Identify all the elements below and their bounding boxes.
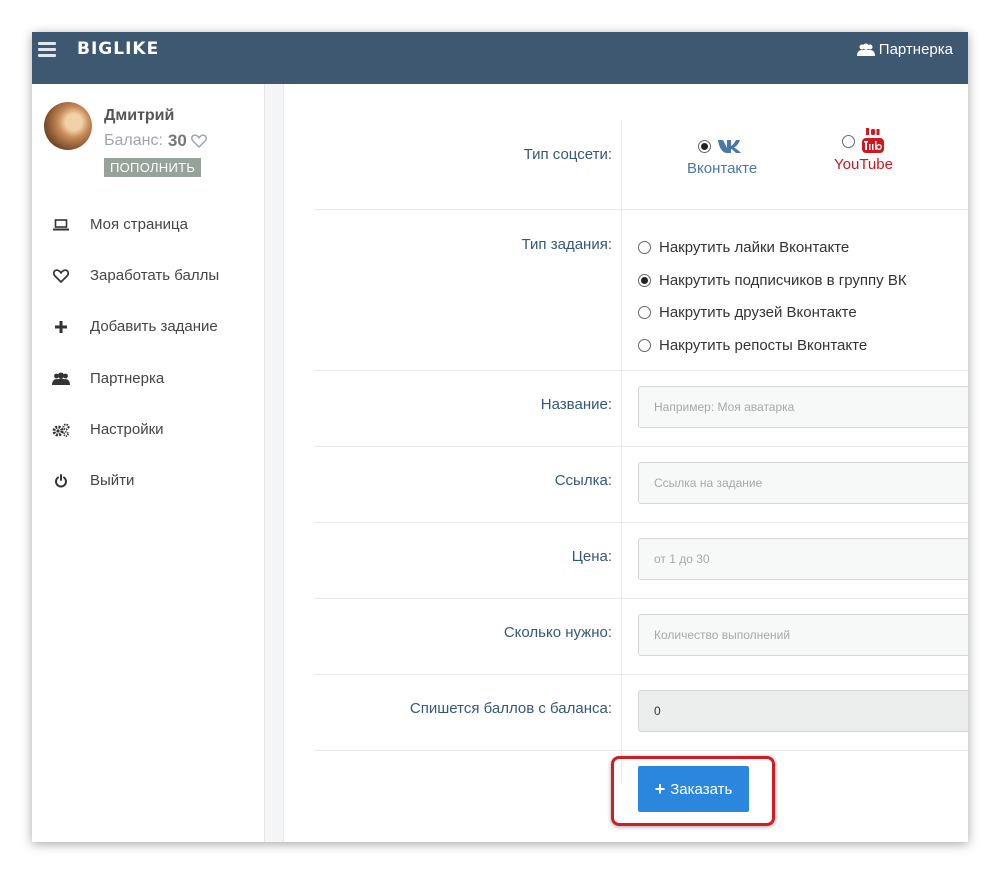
social-option-youtube[interactable]: YouTube — [834, 128, 893, 173]
menu-icon[interactable] — [38, 42, 58, 58]
price-row: Цена: — [314, 523, 968, 599]
sidebar-item-add-task[interactable]: Добавить задание — [32, 304, 264, 355]
user-name: Дмитрий — [104, 107, 175, 124]
users-icon — [856, 43, 875, 56]
name-input[interactable] — [638, 386, 968, 428]
heart-icon — [52, 267, 70, 285]
link-input[interactable] — [638, 462, 968, 504]
task-option-likes[interactable]: Накрутить лайки Вконтакте — [638, 239, 849, 256]
add-task-form: Тип соцсети: Вконтакте YouTube Тип задан… — [284, 84, 968, 842]
heart-icon — [190, 134, 207, 148]
sidebar-item-label: Выйти — [90, 471, 135, 489]
sidebar-item-settings[interactable]: Настройки — [32, 407, 264, 458]
laptop-icon — [52, 216, 70, 234]
social-label-vk: Вконтакте — [687, 160, 758, 177]
gears-icon — [52, 421, 70, 439]
task-option-subscribers[interactable]: Накрутить подписчиков в группу ВК — [638, 272, 907, 289]
count-label: Сколько нужно: — [503, 624, 612, 641]
plus-icon: + — [654, 779, 666, 799]
social-radio-youtube[interactable] — [841, 135, 855, 148]
vk-icon — [717, 140, 741, 153]
partner-link[interactable]: Партнерка — [856, 41, 953, 58]
task-option-label: Накрутить друзей Вконтакте — [659, 304, 857, 321]
sidebar-item-label: Моя страница — [90, 216, 188, 233]
task-radio-likes[interactable] — [638, 241, 651, 254]
count-row: Сколько нужно: — [314, 599, 968, 675]
youtube-icon — [861, 128, 884, 153]
name-row: Название: — [314, 371, 968, 447]
balance-label: Баланс: — [104, 132, 163, 149]
task-option-label: Накрутить репосты Вконтакте — [659, 337, 868, 354]
sidebar-gutter — [265, 84, 284, 842]
power-icon — [52, 472, 70, 490]
topup-button[interactable]: ПОПОЛНИТЬ — [104, 158, 202, 177]
sidebar-nav: Моя страница Заработать баллы Добавить з… — [32, 202, 264, 509]
sidebar-item-label: Заработать баллы — [90, 267, 220, 285]
task-option-reposts[interactable]: Накрутить репосты Вконтакте — [638, 337, 867, 354]
social-type-row: Тип соцсети: Вконтакте YouTube — [314, 120, 968, 210]
link-row: Ссылка: — [314, 447, 968, 523]
price-input[interactable] — [638, 538, 968, 580]
social-label-youtube: YouTube — [834, 156, 893, 173]
task-option-label: Накрутить подписчиков в группу ВК — [659, 272, 907, 289]
sidebar-item-logout[interactable]: Выйти — [32, 458, 264, 509]
top-bar: BIGLIKE Партнерка — [32, 32, 968, 84]
sidebar-item-earn-points[interactable]: Заработать баллы — [32, 253, 264, 304]
sidebar-item-label: Добавить задание — [90, 318, 218, 336]
deduct-label: Спишется баллов с баланса: — [409, 700, 612, 717]
social-radio-vk[interactable] — [697, 139, 711, 153]
deduct-input — [638, 690, 968, 732]
balance-value: 30 — [167, 131, 187, 150]
sidebar-item-my-page[interactable]: Моя страница — [32, 202, 264, 253]
task-radio-friends[interactable] — [638, 306, 651, 319]
link-label: Ссылка: — [554, 472, 612, 489]
sidebar: Дмитрий Баланс: 30 ПОПОЛНИТЬ Моя страниц… — [32, 84, 265, 842]
price-label: Цена: — [571, 548, 612, 565]
app-window: BIGLIKE Партнерка Дмитрий Баланс: 30 ПОП… — [32, 32, 968, 842]
social-type-label: Тип соцсети: — [523, 146, 612, 163]
order-button[interactable]: + Заказать — [638, 766, 749, 812]
users-icon — [52, 370, 70, 388]
task-type-row: Тип задания: Накрутить лайки Вконтакте Н… — [314, 210, 968, 371]
name-label: Название: — [540, 396, 612, 413]
social-option-vk[interactable]: Вконтакте — [687, 138, 757, 177]
balance: Баланс: 30 — [104, 131, 207, 151]
task-radio-subscribers[interactable] — [638, 274, 651, 287]
sidebar-item-label: Настройки — [90, 420, 164, 438]
sidebar-item-partner[interactable]: Партнерка — [32, 356, 264, 407]
order-button-label: Заказать — [670, 780, 733, 798]
brand-logo[interactable]: BIGLIKE — [77, 39, 159, 59]
task-type-label: Тип задания: — [521, 236, 612, 253]
task-radio-reposts[interactable] — [638, 339, 651, 352]
count-input[interactable] — [638, 614, 968, 656]
avatar[interactable] — [44, 102, 92, 150]
plus-icon — [52, 318, 70, 336]
deduct-row: Спишется баллов с баланса: — [314, 675, 968, 751]
task-option-friends[interactable]: Накрутить друзей Вконтакте — [638, 304, 857, 321]
task-option-label: Накрутить лайки Вконтакте — [659, 239, 850, 256]
sidebar-item-label: Партнерка — [90, 369, 165, 387]
partner-link-label: Партнерка — [878, 41, 953, 58]
